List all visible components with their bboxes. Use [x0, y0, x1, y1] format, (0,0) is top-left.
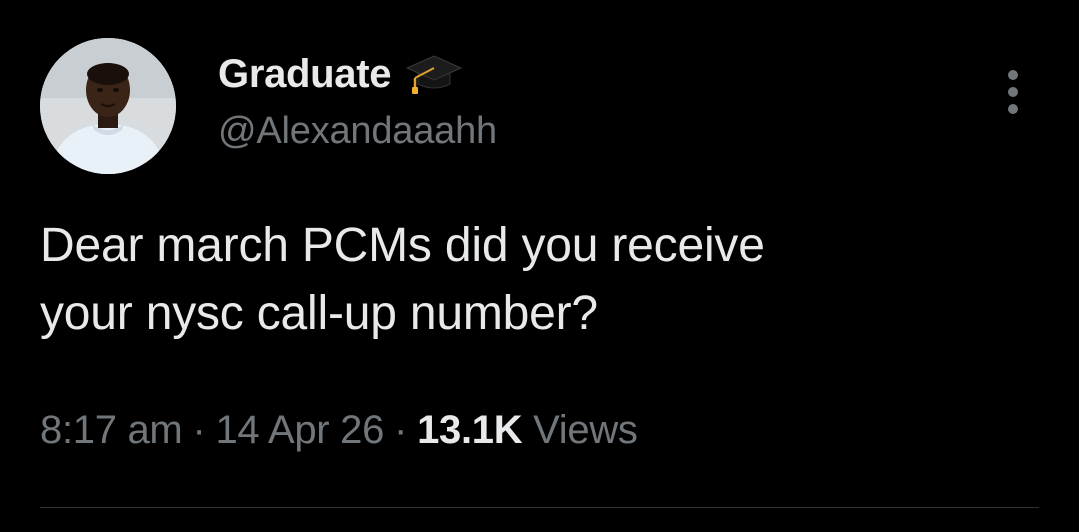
- meta-separator: ·: [192, 408, 206, 452]
- tweet-text: Dear march PCMs did you receive your nys…: [40, 212, 1040, 348]
- more-dot: [1008, 87, 1018, 97]
- more-dot: [1008, 104, 1018, 114]
- graduation-cap-icon: [405, 55, 463, 94]
- views-count: 13.1K: [417, 408, 523, 452]
- tweet-card: Graduate @Alexandaaahh Dear march PCMs d…: [0, 0, 1079, 532]
- author-handle[interactable]: @Alexandaaahh: [218, 110, 497, 153]
- more-vertical-icon[interactable]: [996, 68, 1030, 116]
- tweet-text-line: Dear march PCMs did you receive: [40, 219, 765, 272]
- tweet-date[interactable]: 14 Apr 26: [215, 408, 384, 452]
- tweet-meta: 8:17 am · 14 Apr 26 · 13.1K Views: [40, 408, 638, 453]
- views-label: Views: [533, 408, 638, 452]
- divider: [40, 507, 1039, 508]
- tweet-time[interactable]: 8:17 am: [40, 408, 183, 452]
- author-name-row[interactable]: Graduate: [218, 50, 463, 98]
- profile-photo: [40, 38, 176, 174]
- avatar[interactable]: [40, 38, 176, 174]
- more-dot: [1008, 70, 1018, 80]
- tweet-text-line: your nysc call-up number?: [40, 287, 598, 340]
- display-name[interactable]: Graduate: [218, 52, 392, 97]
- meta-separator: ·: [394, 408, 408, 452]
